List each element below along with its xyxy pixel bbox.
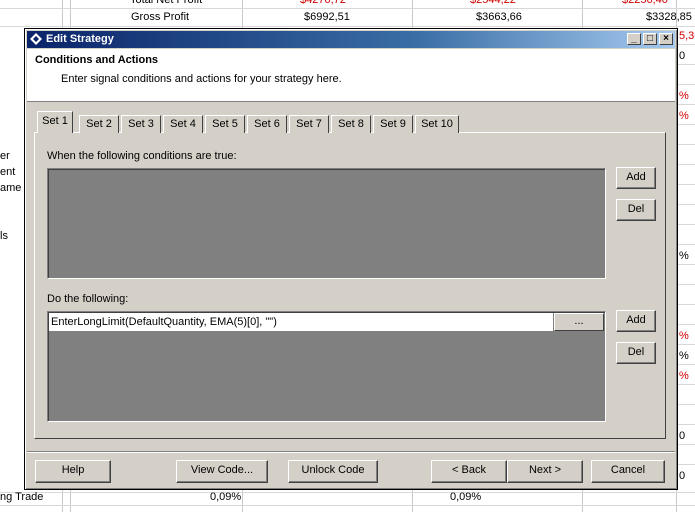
action-item[interactable]: EnterLongLimit(DefaultQuantity, EMA(5)[0… bbox=[49, 313, 553, 331]
conditions-del-button[interactable]: Del bbox=[616, 199, 656, 221]
close-icon: × bbox=[663, 33, 669, 44]
title-bar[interactable]: Edit Strategy _ □ × bbox=[27, 31, 675, 48]
left-fragment-4: ls bbox=[0, 230, 8, 242]
actions-label: Do the following: bbox=[47, 293, 129, 305]
help-button[interactable]: Help bbox=[35, 460, 111, 483]
strategy-icon bbox=[30, 33, 42, 45]
edit-strategy-dialog: Edit Strategy _ □ × Conditions and Actio… bbox=[24, 28, 678, 490]
right-fragment-2: 0 bbox=[679, 50, 686, 62]
unlock-code-button[interactable]: Unlock Code bbox=[288, 460, 378, 483]
gross-profit-value-long: $3663,66 bbox=[476, 11, 522, 23]
next-button[interactable]: Next > bbox=[507, 460, 583, 483]
actions-list[interactable]: EnterLongLimit(DefaultQuantity, EMA(5)[0… bbox=[47, 311, 606, 422]
left-fragment-1: er bbox=[0, 150, 10, 162]
right-fragment-5: % bbox=[679, 250, 689, 262]
actions-add-button[interactable]: Add bbox=[616, 310, 656, 332]
page-title: Conditions and Actions bbox=[35, 54, 159, 66]
header-panel: Conditions and Actions Enter signal cond… bbox=[27, 49, 675, 102]
tab-set-2[interactable]: Set 2 bbox=[79, 115, 119, 133]
right-fragment-4: % bbox=[679, 110, 689, 122]
cut-row-value-1: $4270,72 bbox=[300, 0, 346, 6]
trade-row-value-1: 0,09% bbox=[210, 491, 242, 503]
gross-profit-label: Gross Profit bbox=[131, 11, 190, 23]
trade-row-value-2: 0,09% bbox=[450, 491, 482, 503]
view-code-button[interactable]: View Code... bbox=[176, 460, 268, 483]
tab-set-9[interactable]: Set 9 bbox=[373, 115, 413, 133]
minimize-icon: _ bbox=[631, 33, 637, 44]
action-edit-button[interactable]: ... bbox=[554, 313, 604, 331]
cut-row-value-2: $2544,22 bbox=[470, 0, 516, 6]
tab-set-6[interactable]: Set 6 bbox=[247, 115, 287, 133]
back-button[interactable]: < Back bbox=[431, 460, 507, 483]
right-fragment-9: 0 bbox=[679, 430, 686, 442]
tab-set-1[interactable]: Set 1 bbox=[37, 111, 73, 133]
left-fragment-3: ame bbox=[0, 182, 22, 194]
right-fragment-7: % bbox=[679, 350, 689, 362]
tab-panel-set-1: When the following conditions are true: … bbox=[34, 132, 666, 439]
actions-del-button[interactable]: Del bbox=[616, 342, 656, 364]
maximize-button[interactable]: □ bbox=[643, 33, 657, 45]
gross-profit-value-all: $6992,51 bbox=[304, 11, 350, 23]
tab-set-8[interactable]: Set 8 bbox=[331, 115, 371, 133]
conditions-list[interactable] bbox=[47, 168, 606, 279]
cut-row-label: Total Net Profit bbox=[130, 0, 203, 6]
tab-set-3[interactable]: Set 3 bbox=[121, 115, 161, 133]
cancel-button[interactable]: Cancel bbox=[591, 460, 665, 483]
right-fragment-6: % bbox=[679, 330, 689, 342]
right-fragment-8: % bbox=[679, 370, 689, 382]
close-button[interactable]: × bbox=[659, 33, 673, 45]
tab-set-4[interactable]: Set 4 bbox=[163, 115, 203, 133]
right-fragment-1: 5,36 bbox=[679, 30, 695, 42]
page-subtitle: Enter signal conditions and actions for … bbox=[61, 73, 342, 85]
footer-divider bbox=[27, 451, 675, 452]
cut-row-value-3: $2256,40 bbox=[622, 0, 668, 6]
conditions-add-button[interactable]: Add bbox=[616, 167, 656, 189]
right-fragment-3: % bbox=[679, 90, 689, 102]
minimize-button[interactable]: _ bbox=[627, 33, 641, 45]
left-fragment-2: ent bbox=[0, 166, 16, 178]
maximize-icon: □ bbox=[646, 33, 654, 44]
tab-set-10[interactable]: Set 10 bbox=[415, 115, 459, 133]
tab-set-7[interactable]: Set 7 bbox=[289, 115, 329, 133]
gross-profit-value-short: $3328,85 bbox=[646, 11, 692, 23]
window-title: Edit Strategy bbox=[46, 33, 114, 45]
conditions-label: When the following conditions are true: bbox=[47, 150, 237, 162]
trade-row-label: ng Trade bbox=[0, 491, 44, 503]
tab-set-5[interactable]: Set 5 bbox=[205, 115, 245, 133]
right-fragment-10: 0 bbox=[679, 470, 686, 482]
